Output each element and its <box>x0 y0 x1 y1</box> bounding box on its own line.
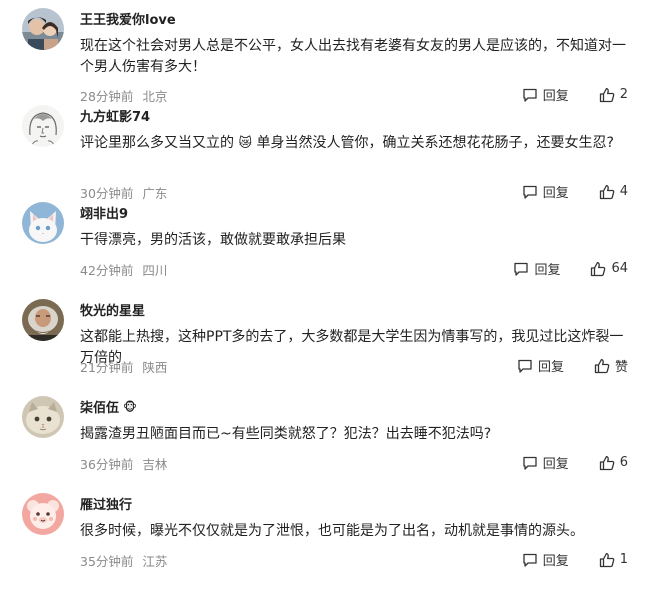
comment-actions: 回复 64 <box>513 259 628 278</box>
avatar[interactable] <box>22 105 64 147</box>
comment-item: 王王我爱你love 现在这个社会对男人总是不公平，女人出去找有老婆有女友的男人是… <box>0 0 660 104</box>
comment-meta: 42分钟前 四川 <box>80 260 167 279</box>
reply-button[interactable]: 回复 <box>513 259 560 278</box>
avatar-cartoon-bear <box>22 493 64 535</box>
username[interactable]: 翊非出9 <box>80 203 128 222</box>
comment-actions: 回复 赞 <box>517 356 628 375</box>
comment-time: 36分钟前 <box>80 457 134 472</box>
like-count: 赞 <box>614 360 628 375</box>
like-count: 64 <box>611 261 628 276</box>
like-button[interactable]: 赞 <box>594 356 628 375</box>
comment-text: 现在这个社会对男人总是不公平，女人出去找有老婆有女友的男人是应该的，不知道对一个… <box>80 38 626 75</box>
username[interactable]: 九方虹影74 <box>80 106 150 125</box>
comment-location: 吉林 <box>142 457 168 472</box>
like-button[interactable]: 64 <box>590 261 628 277</box>
reply-icon <box>523 553 537 567</box>
avatar[interactable] <box>22 396 64 438</box>
comment-time: 42分钟前 <box>80 263 134 278</box>
crying-cat-emoji: 😿 <box>238 136 253 151</box>
username[interactable]: 王王我爱你love <box>80 9 176 28</box>
reply-icon <box>523 456 537 470</box>
reply-button[interactable]: 回复 <box>517 356 564 375</box>
reply-button[interactable]: 回复 <box>522 453 569 472</box>
comment-location: 江苏 <box>142 554 168 569</box>
comment-item: 九方虹影74 评论里那么多又当又立的 😿 单身当然没人管你，确立关系还想花花肠子… <box>0 97 660 201</box>
like-button[interactable]: 1 <box>599 552 628 568</box>
comment-text: 揭露渣男丑陋面目而已~有些同类就怒了？犯法？出去睡不犯法吗? <box>80 426 492 442</box>
avatar[interactable] <box>22 8 64 50</box>
comment-meta: 35分钟前 江苏 <box>80 551 167 570</box>
avatar-bearded-portrait <box>22 299 64 341</box>
avatar-sketch-portrait <box>22 105 64 147</box>
avatar-couple-photo <box>22 8 64 50</box>
reply-icon <box>514 262 529 276</box>
reply-icon <box>518 359 532 373</box>
username[interactable]: 雁过独行 <box>80 494 132 513</box>
comment-meta: 21分钟前 陕西 <box>80 357 167 376</box>
comment-item: 牧光的星星 这都能上热搜，这种PPT多的去了，大多数都是大学生因为情事写的，我见… <box>0 291 660 388</box>
reply-button[interactable]: 回复 <box>522 550 569 569</box>
comment-text: 很多时候，曝光不仅仅就是为了泄恨，也可能是为了出名，动机就是事情的源头。 <box>80 523 584 539</box>
avatar-white-cat <box>22 202 64 244</box>
thumbs-up-icon <box>591 261 606 276</box>
comment-actions: 回复 6 <box>522 453 628 472</box>
comment-time: 21分钟前 <box>80 360 134 375</box>
comment-list: 王王我爱你love 现在这个社会对男人总是不公平，女人出去找有老婆有女友的男人是… <box>0 0 660 604</box>
comment-time: 35分钟前 <box>80 554 134 569</box>
comment-text: 评论里那么多又当又立的 😿 单身当然没人管你，确立关系还想花花肠子，还要女生忍? <box>80 135 614 151</box>
username[interactable]: 牧光的星星 <box>80 300 145 319</box>
comment-location: 四川 <box>142 263 168 278</box>
comment-item: 柒佰伍 🐵 揭露渣男丑陋面目而已~有些同类就怒了？犯法？出去睡不犯法吗? 36分钟… <box>0 388 660 485</box>
monkey-badge-icon: 🐵 <box>123 400 137 414</box>
thumbs-up-icon <box>599 552 615 567</box>
like-count: 6 <box>619 455 628 470</box>
comment-item: 雁过独行 很多时候，曝光不仅仅就是为了泄恨，也可能是为了出名，动机就是事情的源头… <box>0 485 660 582</box>
thumbs-up-icon <box>599 455 615 470</box>
comment-location: 陕西 <box>142 360 168 375</box>
avatar-fluffy-cat <box>22 396 64 438</box>
username[interactable]: 柒佰伍 🐵 <box>80 397 137 416</box>
thumbs-up-icon <box>594 358 610 373</box>
comment-text: 干得漂亮，男的活该，敢做就要敢承担后果 <box>80 232 346 248</box>
comment-item: 翊非出9 干得漂亮，男的活该，敢做就要敢承担后果 42分钟前 四川 回复 64 <box>0 194 660 291</box>
comment-actions: 回复 1 <box>522 550 628 569</box>
like-count: 1 <box>619 552 628 567</box>
avatar[interactable] <box>22 493 64 535</box>
comment-meta: 36分钟前 吉林 <box>80 454 167 473</box>
like-button[interactable]: 6 <box>599 455 628 471</box>
avatar[interactable] <box>22 299 64 341</box>
avatar[interactable] <box>22 202 64 244</box>
